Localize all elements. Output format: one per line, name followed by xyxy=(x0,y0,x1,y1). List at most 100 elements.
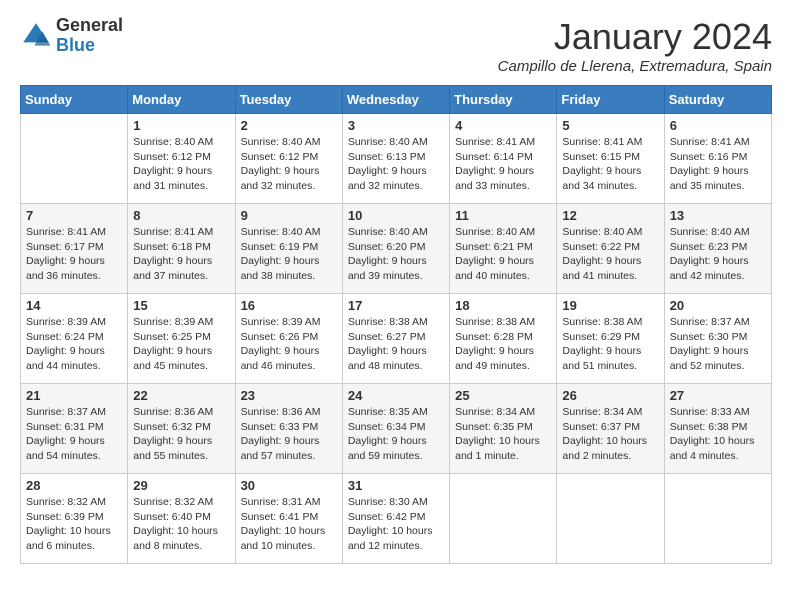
day-number: 2 xyxy=(241,118,337,133)
calendar-table: SundayMondayTuesdayWednesdayThursdayFrid… xyxy=(20,85,772,564)
day-info: Sunrise: 8:40 AMSunset: 6:23 PMDaylight:… xyxy=(670,225,766,284)
logo: General Blue xyxy=(20,16,123,56)
day-info: Sunrise: 8:32 AMSunset: 6:40 PMDaylight:… xyxy=(133,495,229,554)
day-cell: 30Sunrise: 8:31 AMSunset: 6:41 PMDayligh… xyxy=(235,474,342,564)
col-header-sunday: Sunday xyxy=(21,86,128,114)
title-area: January 2024 Campillo de Llerena, Extrem… xyxy=(498,16,772,75)
day-cell xyxy=(21,114,128,204)
day-number: 4 xyxy=(455,118,551,133)
day-number: 5 xyxy=(562,118,658,133)
day-cell xyxy=(557,474,664,564)
day-number: 19 xyxy=(562,298,658,313)
day-cell: 8 Sunrise: 8:41 AMSunset: 6:18 PMDaylight… xyxy=(128,204,235,294)
day-info: Sunrise: 8:40 AMSunset: 6:20 PMDaylight:… xyxy=(348,225,444,284)
day-cell: 27 Sunrise: 8:33 AMSunset: 6:38 PMDayligh… xyxy=(664,384,771,474)
day-info: Sunrise: 8:38 AMSunset: 6:28 PMDaylight:… xyxy=(455,315,551,374)
week-row-5: 28 Sunrise: 8:32 AMSunset: 6:39 PMDayligh… xyxy=(21,474,772,564)
col-header-thursday: Thursday xyxy=(450,86,557,114)
day-cell: 22 Sunrise: 8:36 AMSunset: 6:32 PMDayligh… xyxy=(128,384,235,474)
day-info: Sunrise: 8:39 AMSunset: 6:26 PMDaylight:… xyxy=(241,315,337,374)
day-info: Sunrise: 8:40 AMSunset: 6:22 PMDaylight:… xyxy=(562,225,658,284)
day-number: 10 xyxy=(348,208,444,223)
day-info: Sunrise: 8:37 AMSunset: 6:30 PMDaylight:… xyxy=(670,315,766,374)
day-info: Sunrise: 8:35 AMSunset: 6:34 PMDaylight:… xyxy=(348,405,444,464)
day-cell: 20 Sunrise: 8:37 AMSunset: 6:30 PMDayligh… xyxy=(664,294,771,384)
day-cell: 31 Sunrise: 8:30 AMSunset: 6:42 PMDayligh… xyxy=(342,474,449,564)
day-cell: 3 Sunrise: 8:40 AMSunset: 6:13 PMDaylight… xyxy=(342,114,449,204)
day-info: Sunrise: 8:38 AMSunset: 6:27 PMDaylight:… xyxy=(348,315,444,374)
day-cell xyxy=(450,474,557,564)
day-cell: 21 Sunrise: 8:37 AMSunset: 6:31 PMDayligh… xyxy=(21,384,128,474)
day-number: 7 xyxy=(26,208,122,223)
day-cell: 23 Sunrise: 8:36 AMSunset: 6:33 PMDayligh… xyxy=(235,384,342,474)
day-number: 14 xyxy=(26,298,122,313)
day-info: Sunrise: 8:40 AMSunset: 6:12 PMDaylight:… xyxy=(133,135,229,194)
day-cell: 6Sunrise: 8:41 AMSunset: 6:16 PMDaylight… xyxy=(664,114,771,204)
week-row-4: 21 Sunrise: 8:37 AMSunset: 6:31 PMDayligh… xyxy=(21,384,772,474)
day-number: 17 xyxy=(348,298,444,313)
day-info: Sunrise: 8:31 AMSunset: 6:41 PMDaylight:… xyxy=(241,495,337,554)
week-row-1: 1 Sunrise: 8:40 AMSunset: 6:12 PMDaylight… xyxy=(21,114,772,204)
day-number: 28 xyxy=(26,478,122,493)
day-number: 24 xyxy=(348,388,444,403)
col-header-monday: Monday xyxy=(128,86,235,114)
header: General Blue January 2024 Campillo de Ll… xyxy=(20,16,772,75)
day-cell: 1 Sunrise: 8:40 AMSunset: 6:12 PMDaylight… xyxy=(128,114,235,204)
day-info: Sunrise: 8:36 AMSunset: 6:32 PMDaylight:… xyxy=(133,405,229,464)
day-info: Sunrise: 8:41 AMSunset: 6:18 PMDaylight:… xyxy=(133,225,229,284)
week-row-3: 14 Sunrise: 8:39 AMSunset: 6:24 PMDayligh… xyxy=(21,294,772,384)
day-info: Sunrise: 8:34 AMSunset: 6:35 PMDaylight:… xyxy=(455,405,551,464)
day-info: Sunrise: 8:40 AMSunset: 6:13 PMDaylight:… xyxy=(348,135,444,194)
day-info: Sunrise: 8:32 AMSunset: 6:39 PMDaylight:… xyxy=(26,495,122,554)
day-number: 13 xyxy=(670,208,766,223)
day-cell: 29 Sunrise: 8:32 AMSunset: 6:40 PMDayligh… xyxy=(128,474,235,564)
location-subtitle: Campillo de Llerena, Extremadura, Spain xyxy=(498,58,772,75)
day-info: Sunrise: 8:33 AMSunset: 6:38 PMDaylight:… xyxy=(670,405,766,464)
day-number: 27 xyxy=(670,388,766,403)
day-number: 1 xyxy=(133,118,229,133)
day-number: 12 xyxy=(562,208,658,223)
logo-icon xyxy=(20,20,52,52)
day-number: 16 xyxy=(241,298,337,313)
day-cell xyxy=(664,474,771,564)
day-info: Sunrise: 8:40 AMSunset: 6:19 PMDaylight:… xyxy=(241,225,337,284)
day-info: Sunrise: 8:39 AMSunset: 6:24 PMDaylight:… xyxy=(26,315,122,374)
day-cell: 19 Sunrise: 8:38 AMSunset: 6:29 PMDayligh… xyxy=(557,294,664,384)
day-number: 15 xyxy=(133,298,229,313)
week-row-2: 7 Sunrise: 8:41 AMSunset: 6:17 PMDaylight… xyxy=(21,204,772,294)
day-info: Sunrise: 8:39 AMSunset: 6:25 PMDaylight:… xyxy=(133,315,229,374)
col-header-wednesday: Wednesday xyxy=(342,86,449,114)
day-cell: 4 Sunrise: 8:41 AMSunset: 6:14 PMDaylight… xyxy=(450,114,557,204)
day-info: Sunrise: 8:30 AMSunset: 6:42 PMDaylight:… xyxy=(348,495,444,554)
day-info: Sunrise: 8:41 AMSunset: 6:16 PMDaylight:… xyxy=(670,135,766,194)
day-number: 26 xyxy=(562,388,658,403)
day-cell: 7 Sunrise: 8:41 AMSunset: 6:17 PMDaylight… xyxy=(21,204,128,294)
col-header-saturday: Saturday xyxy=(664,86,771,114)
day-number: 25 xyxy=(455,388,551,403)
day-info: Sunrise: 8:41 AMSunset: 6:17 PMDaylight:… xyxy=(26,225,122,284)
day-number: 3 xyxy=(348,118,444,133)
day-number: 23 xyxy=(241,388,337,403)
day-info: Sunrise: 8:38 AMSunset: 6:29 PMDaylight:… xyxy=(562,315,658,374)
col-header-friday: Friday xyxy=(557,86,664,114)
day-cell: 5Sunrise: 8:41 AMSunset: 6:15 PMDaylight… xyxy=(557,114,664,204)
day-number: 8 xyxy=(133,208,229,223)
day-number: 20 xyxy=(670,298,766,313)
logo-general-text: General xyxy=(56,16,123,36)
day-number: 18 xyxy=(455,298,551,313)
day-cell: 18 Sunrise: 8:38 AMSunset: 6:28 PMDayligh… xyxy=(450,294,557,384)
day-number: 31 xyxy=(348,478,444,493)
day-info: Sunrise: 8:41 AMSunset: 6:14 PMDaylight:… xyxy=(455,135,551,194)
day-info: Sunrise: 8:36 AMSunset: 6:33 PMDaylight:… xyxy=(241,405,337,464)
logo-blue-text: Blue xyxy=(56,36,123,56)
day-info: Sunrise: 8:40 AMSunset: 6:21 PMDaylight:… xyxy=(455,225,551,284)
day-number: 21 xyxy=(26,388,122,403)
day-number: 29 xyxy=(133,478,229,493)
day-cell: 15 Sunrise: 8:39 AMSunset: 6:25 PMDayligh… xyxy=(128,294,235,384)
day-cell: 28 Sunrise: 8:32 AMSunset: 6:39 PMDayligh… xyxy=(21,474,128,564)
day-number: 11 xyxy=(455,208,551,223)
day-info: Sunrise: 8:37 AMSunset: 6:31 PMDaylight:… xyxy=(26,405,122,464)
day-cell: 25 Sunrise: 8:34 AMSunset: 6:35 PMDayligh… xyxy=(450,384,557,474)
col-header-tuesday: Tuesday xyxy=(235,86,342,114)
day-number: 22 xyxy=(133,388,229,403)
